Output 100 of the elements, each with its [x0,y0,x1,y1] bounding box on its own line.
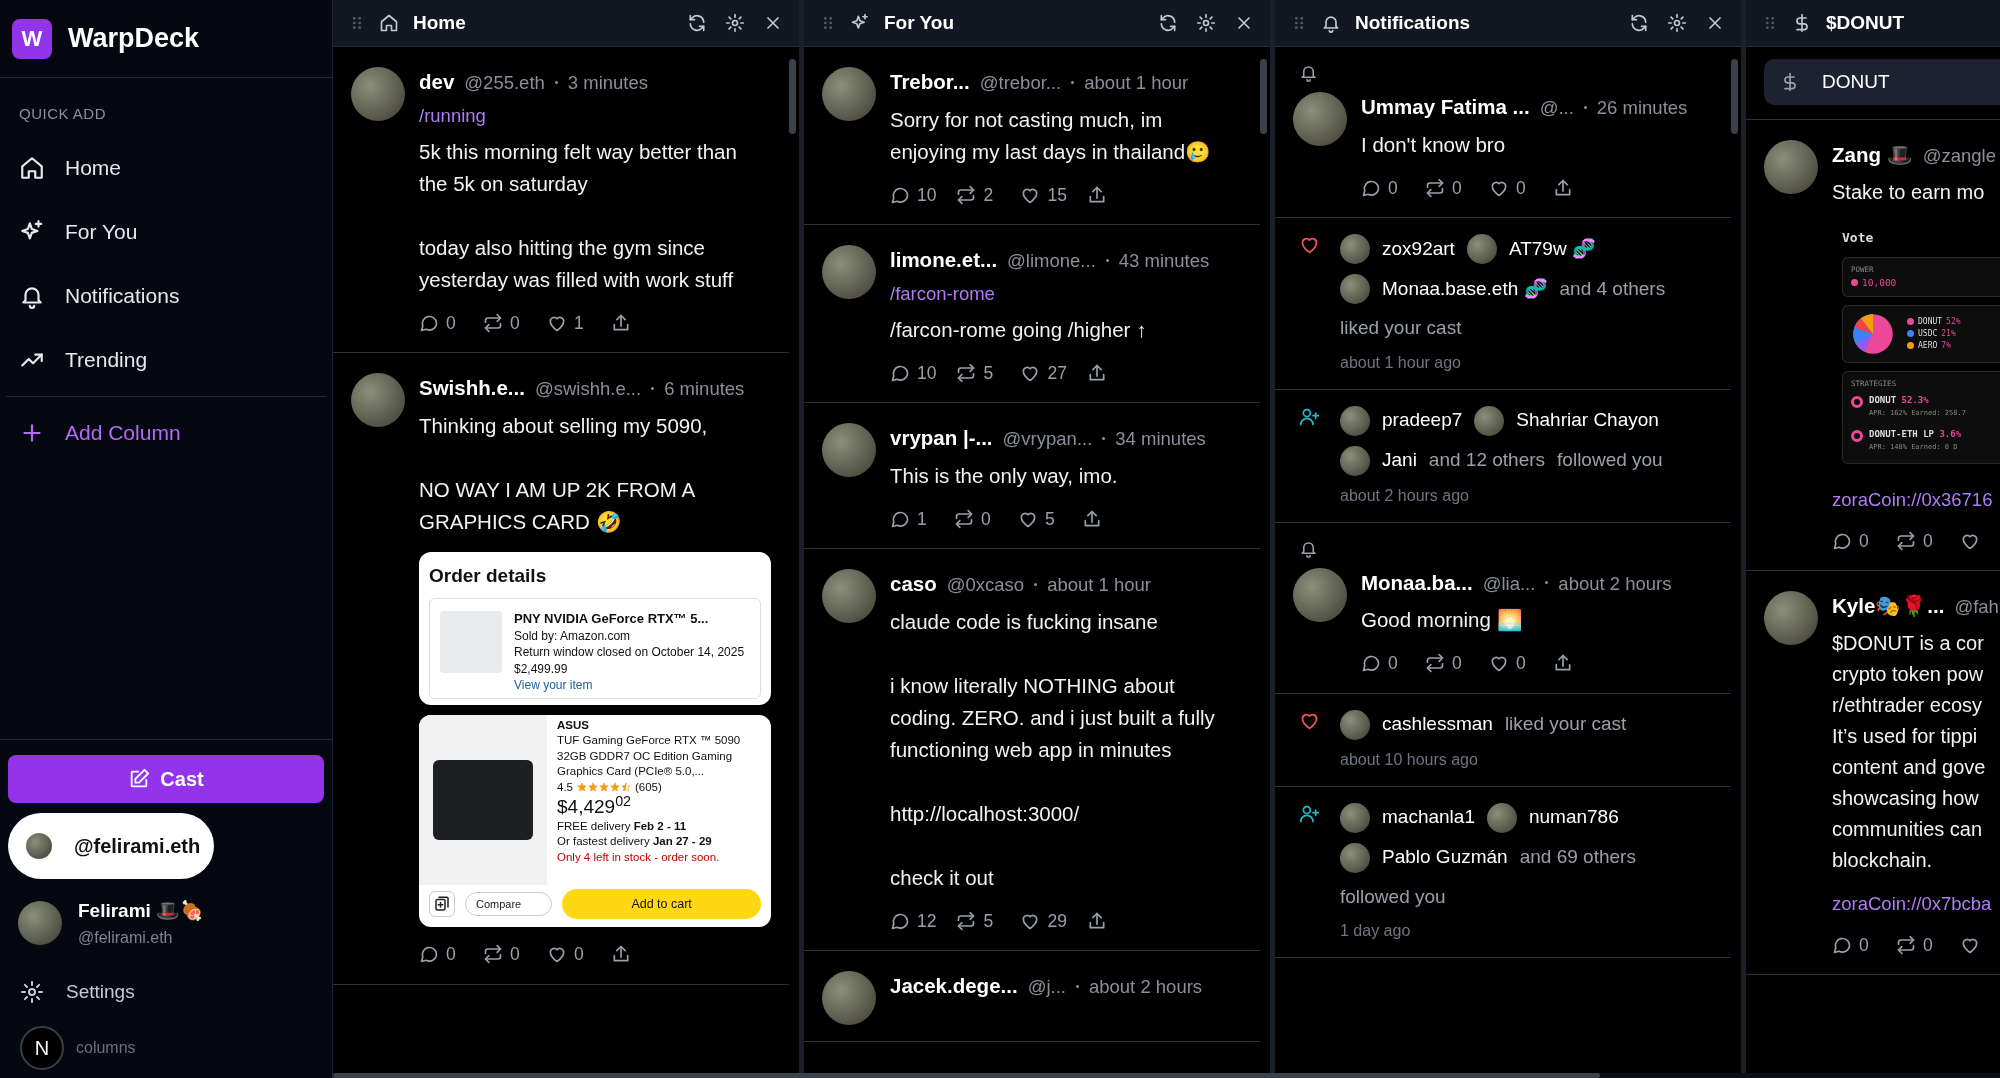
scrollbar-thumb[interactable] [789,59,796,134]
refresh-icon[interactable] [1158,13,1178,33]
recast-icon [956,184,977,205]
column-title: Home [413,10,467,35]
reply-button[interactable]: 0 [1832,931,1876,958]
author-name[interactable]: vrypan |-... [890,422,993,454]
like-button[interactable]: 5 [1018,505,1062,532]
reply-button[interactable]: 12 [890,907,937,934]
dev-tools-badge[interactable]: N [20,1026,64,1070]
author-name[interactable]: Trebor... [890,67,970,98]
user-name[interactable]: numan786 [1528,803,1619,832]
like-button[interactable]: 15 [1020,181,1067,208]
section-label: QUICK ADD [18,104,107,124]
account-button[interactable]: @felirami.eth [8,813,214,879]
recast-icon [483,944,503,965]
scrollbar-thumb[interactable] [1260,59,1267,134]
settings-icon[interactable] [725,13,745,33]
recast-button[interactable]: 0 [1425,174,1469,201]
list-add-icon[interactable] [429,890,455,917]
return-note: Return window closed on October 14, 2025 [514,644,745,661]
user-name[interactable]: Shahriar Chayon [1516,406,1659,435]
author-name[interactable]: Jacek.dege... [890,970,1018,1002]
author-name[interactable]: limone.et... [890,245,998,276]
reply-button[interactable]: 0 [1361,174,1405,201]
recast-button[interactable]: 2 [956,181,1001,208]
add-to-cart-button[interactable]: Add to cart [562,888,761,920]
recast-button[interactable]: 0 [1896,931,1940,958]
sidebar-item[interactable]: Trending [0,327,332,392]
user-name[interactable]: pradeep7 [1382,406,1463,435]
reply-icon [419,944,439,965]
share-icon [611,312,631,333]
author-name[interactable]: Swishh.e... [419,372,525,404]
user-name[interactable]: Pablo Guzmán [1382,843,1508,872]
recast-button[interactable]: 0 [954,505,998,532]
column-title: For You [884,10,956,35]
user-name[interactable]: Monaa.base.eth 🧬 [1382,274,1548,304]
author-name[interactable]: Kyle🎭🌹... [1832,591,1945,622]
author-handle: @... [1539,96,1574,120]
user-name[interactable]: Jani [1382,446,1417,475]
sidebar-item[interactable]: Notifications [0,263,332,328]
panel-title: Vote [1842,228,1875,247]
refresh-icon[interactable] [1629,13,1649,33]
recast-button[interactable]: 0 [483,309,527,336]
channel-link[interactable]: /farcon-rome [890,279,1242,308]
settings-button[interactable]: Settings [8,967,324,1016]
search-field[interactable]: DONUT [1764,59,2000,105]
author-name[interactable]: Ummay Fatima ... [1361,92,1530,123]
sidebar-item[interactable]: For You [0,199,332,264]
bell-icon [1321,13,1341,33]
like-button[interactable]: 0 [547,941,591,968]
others-count: and 4 others [1559,276,1666,301]
reply-button[interactable]: 0 [1361,650,1405,677]
reply-button[interactable]: 10 [890,181,937,208]
recast-button[interactable]: 5 [956,359,1001,386]
scrollbar-thumb[interactable] [1731,59,1738,134]
reply-button[interactable]: 10 [890,359,937,386]
notification-text: liked your cast [1504,712,1627,737]
add-column-button[interactable]: Add Column [0,400,332,465]
recast-button[interactable]: 0 [1425,650,1469,677]
recast-icon [1896,530,1916,551]
reply-button[interactable]: 0 [419,941,463,968]
like-button[interactable]: 0 [1489,174,1533,201]
settings-icon[interactable] [1667,13,1687,33]
coin-link[interactable]: zoraCoin://0x36716 [1832,486,2000,514]
recast-button[interactable]: 5 [956,907,1001,934]
recast-button[interactable]: 0 [483,941,527,968]
view-item-link[interactable]: View your item [514,677,745,694]
user-name[interactable]: machanla1 [1382,803,1475,832]
user-name[interactable]: AT79w 🧬 [1508,234,1596,264]
like-button[interactable]: 27 [1020,359,1067,386]
reply-button[interactable]: 1 [890,505,934,532]
author-name[interactable]: Zang 🎩 [1832,140,1913,171]
scrollbar-thumb[interactable] [333,1073,1600,1078]
user-name[interactable]: zox92art [1382,234,1455,264]
search-input[interactable]: DONUT [1820,66,1940,98]
recast-button[interactable]: 0 [1896,527,1940,554]
author-name[interactable]: caso [890,568,937,600]
profile-handle: @felirami.eth [78,927,174,948]
channel-link[interactable]: /running [419,101,771,130]
author-name[interactable]: Monaa.ba... [1361,567,1473,599]
compare-toggle[interactable]: Compare [465,891,553,917]
like-button[interactable]: 1 [547,309,591,336]
notification-time: about 1 hour ago [1340,352,1462,373]
legend-label: DONUT [1918,315,1943,328]
refresh-icon[interactable] [687,13,707,33]
user-name[interactable]: cashlessman [1382,710,1493,739]
sidebar-item[interactable]: Home [0,135,332,200]
post-time: 43 minutes [1118,249,1210,273]
coin-link[interactable]: zoraCoin://0x7bcba [1832,889,2000,918]
avatar [1466,234,1497,264]
settings-icon[interactable] [1196,13,1216,33]
like-button[interactable]: 0 [1489,650,1533,677]
author-name[interactable]: dev [419,67,455,98]
author-handle: @j... [1027,974,1066,999]
cast-button[interactable]: Cast [8,755,324,803]
reply-button[interactable]: 0 [1832,527,1876,554]
like-button[interactable]: 29 [1020,907,1067,934]
app-logo: W [12,18,52,59]
reply-button[interactable]: 0 [419,309,463,336]
post-time: about 2 hours [1088,974,1203,999]
